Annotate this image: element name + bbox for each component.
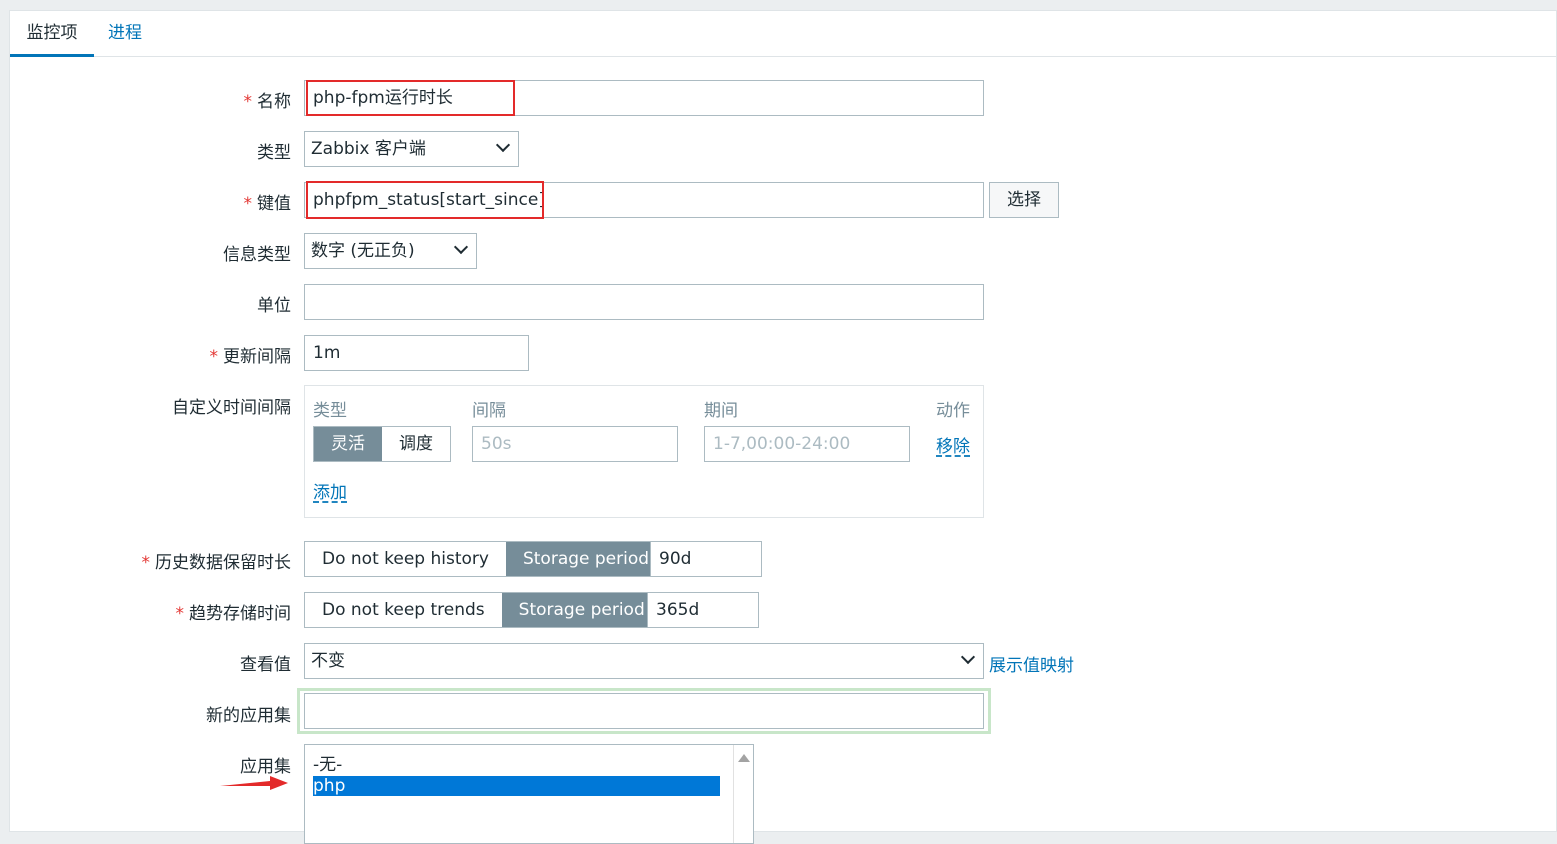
trends-mode-toggle: Do not keep trends Storage period xyxy=(304,592,663,628)
interval-input[interactable]: 50s xyxy=(472,426,678,462)
name-label-text: 名称 xyxy=(257,92,291,112)
custom-intervals-label: 自定义时间间隔 xyxy=(172,398,291,418)
col-period-header: 期间 xyxy=(704,401,738,421)
tab-item[interactable]: 监控项 xyxy=(10,11,94,57)
tab-bar: 监控项 进程 xyxy=(10,11,1556,57)
listbox-scrollbar[interactable] xyxy=(733,745,753,843)
mode-scheduling-option[interactable]: 调度 xyxy=(382,427,450,461)
required-mark: * xyxy=(243,194,253,214)
history-label: * 历史数据保留时长 xyxy=(142,548,292,573)
trends-label-text: 趋势存储时间 xyxy=(189,604,291,624)
col-type-header: 类型 xyxy=(313,401,347,421)
name-input[interactable]: php-fpm运行时长 xyxy=(304,80,984,116)
trends-no-keep-option[interactable]: Do not keep trends xyxy=(305,593,502,627)
type-select[interactable]: Zabbix 客户端 xyxy=(304,131,519,167)
applications-listbox[interactable]: -无- php xyxy=(304,744,754,844)
history-period-input[interactable]: 90d xyxy=(650,541,762,577)
scroll-up-arrow-icon[interactable] xyxy=(738,754,750,762)
value-mapping-link[interactable]: 展示值映射 xyxy=(989,651,1074,676)
interval-mode-toggle: 灵活 调度 xyxy=(313,426,451,462)
application-option-selected[interactable]: php xyxy=(313,776,720,796)
info-type-label: 信息类型 xyxy=(223,245,291,265)
units-label: 单位 xyxy=(257,296,291,316)
select-key-button[interactable]: 选择 xyxy=(989,182,1059,218)
show-value-selected: 不变 xyxy=(311,651,345,671)
show-value-select[interactable]: 不变 xyxy=(304,643,984,679)
chevron-down-icon xyxy=(495,137,511,153)
units-input[interactable] xyxy=(304,284,984,320)
trends-label: * 趋势存储时间 xyxy=(176,599,292,624)
col-interval-header: 间隔 xyxy=(472,401,506,421)
required-mark: * xyxy=(141,553,151,573)
show-value-label: 查看值 xyxy=(240,655,291,675)
trends-storage-option[interactable]: Storage period xyxy=(501,593,662,627)
history-storage-option[interactable]: Storage period xyxy=(505,542,667,576)
custom-intervals-table: 类型 间隔 期间 动作 灵活 调度 50s 1-7,00:00-24:00 移除… xyxy=(304,385,984,518)
required-mark: * xyxy=(209,347,219,367)
red-arrow-icon xyxy=(220,776,288,790)
history-label-text: 历史数据保留时长 xyxy=(155,553,291,573)
history-mode-toggle: Do not keep history Storage period xyxy=(304,541,668,577)
required-mark: * xyxy=(243,92,253,112)
remove-interval-link[interactable]: 移除 xyxy=(936,432,970,457)
key-label: * 键值 xyxy=(244,189,292,214)
col-action-header: 动作 xyxy=(936,401,970,421)
key-input[interactable]: phpfpm_status[start_since] xyxy=(304,182,984,218)
trends-period-input[interactable]: 365d xyxy=(647,592,759,628)
update-interval-input[interactable]: 1m xyxy=(304,335,529,371)
history-no-keep-option[interactable]: Do not keep history xyxy=(305,542,506,576)
chevron-down-icon xyxy=(453,239,469,255)
chevron-down-icon xyxy=(960,649,976,665)
update-interval-label: * 更新间隔 xyxy=(210,342,292,367)
add-interval-link[interactable]: 添加 xyxy=(313,478,347,503)
info-type-select[interactable]: 数字 (无正负) xyxy=(304,233,477,269)
key-label-text: 键值 xyxy=(257,194,291,214)
item-form-panel: 监控项 进程 * 名称 php-fpm运行时长 类型 Zabbix 客户端 * 键值… xyxy=(9,10,1557,844)
application-option[interactable]: -无- xyxy=(313,755,342,775)
period-input[interactable]: 1-7,00:00-24:00 xyxy=(704,426,910,462)
name-label-row: * 名称 xyxy=(10,87,292,112)
info-type-value: 数字 (无正负) xyxy=(311,241,415,261)
new-application-input[interactable] xyxy=(304,693,984,729)
tab-process[interactable]: 进程 xyxy=(108,11,142,57)
type-label: 类型 xyxy=(257,143,291,163)
applications-label: 应用集 xyxy=(240,757,291,777)
new-application-label: 新的应用集 xyxy=(206,706,291,726)
required-mark: * xyxy=(175,604,185,624)
update-interval-label-text: 更新间隔 xyxy=(223,347,291,367)
name-label: * 名称 xyxy=(244,87,292,112)
mode-flexible-option[interactable]: 灵活 xyxy=(314,427,382,461)
type-select-value: Zabbix 客户端 xyxy=(311,139,426,159)
